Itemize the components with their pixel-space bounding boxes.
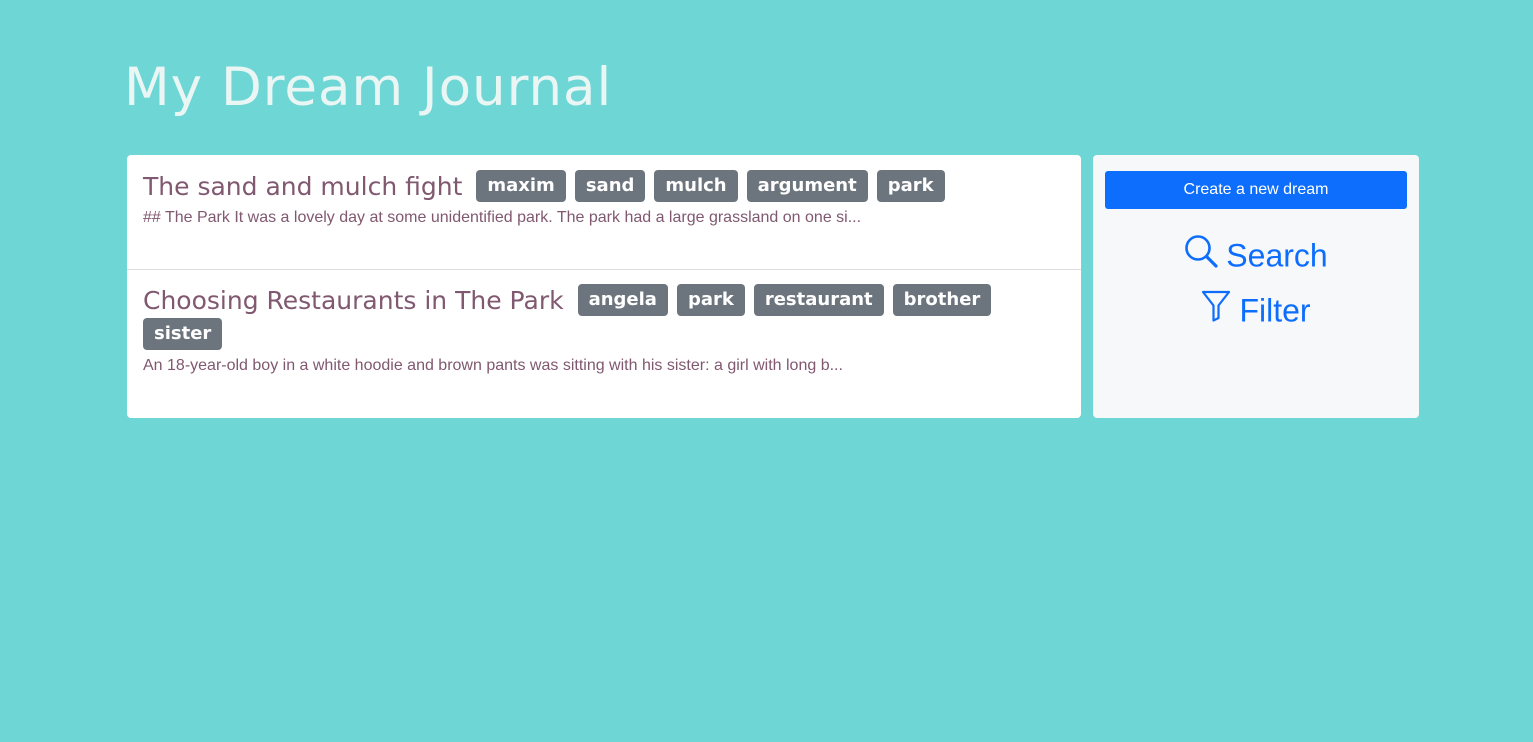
dream-item[interactable]: Choosing Restaurants in The Park angela pa…: [127, 270, 1081, 418]
dream-item[interactable]: The sand and mulch fight maxim sand mulch ar…: [127, 155, 1081, 270]
filter-label[interactable]: Filter: [1239, 293, 1310, 329]
tag-badge[interactable]: park: [876, 170, 945, 202]
sidebar: Create a new dream Search Filter: [1093, 155, 1419, 418]
dream-excerpt: ## The Park It was a lovely day at some …: [143, 209, 862, 227]
tag-badge[interactable]: maxim: [476, 170, 566, 202]
page-title: My Dream Journal: [124, 57, 613, 118]
dream-title[interactable]: Choosing Restaurants in The Park: [143, 286, 564, 315]
search-icon: [1184, 234, 1218, 277]
tag-badge[interactable]: sister: [143, 318, 223, 351]
dream-list: The sand and mulch fight maxim sand mulch ar…: [127, 155, 1081, 418]
dream-title[interactable]: The sand and mulch fight: [143, 172, 462, 201]
dream-header: The sand and mulch fight maxim sand mulch ar…: [143, 155, 1065, 204]
dream-header: Choosing Restaurants in The Park angela pa…: [143, 270, 1065, 352]
tag-badge[interactable]: angela: [577, 284, 668, 316]
search-label[interactable]: Search: [1226, 238, 1327, 274]
tag-badge[interactable]: mulch: [654, 170, 738, 202]
tag-badge[interactable]: argument: [746, 170, 868, 202]
dream-excerpt: An 18-year-old boy in a white hoodie and…: [143, 357, 843, 375]
funnel-icon: [1201, 290, 1231, 331]
tag-badge[interactable]: park: [676, 284, 745, 316]
filter-link[interactable]: Filter: [1093, 288, 1419, 331]
tag-badge[interactable]: sand: [574, 170, 646, 202]
search-link[interactable]: Search: [1093, 233, 1419, 277]
tag-badge[interactable]: restaurant: [753, 284, 884, 316]
tag-badge[interactable]: brother: [892, 284, 992, 316]
create-dream-button[interactable]: Create a new dream: [1105, 171, 1407, 209]
